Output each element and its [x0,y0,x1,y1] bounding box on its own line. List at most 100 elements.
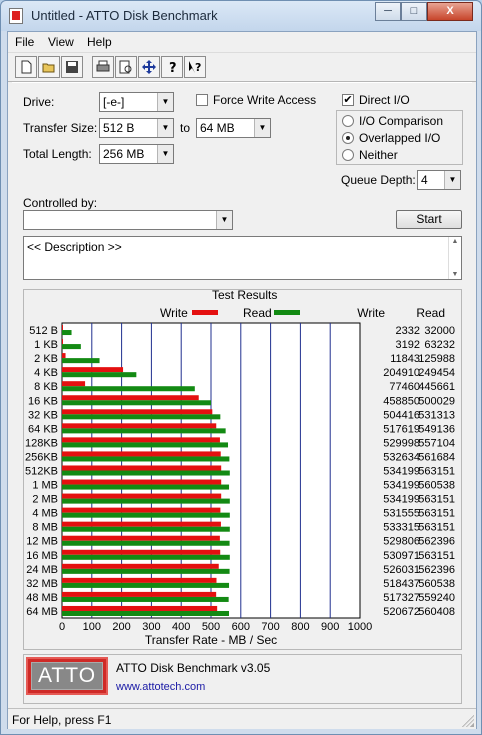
help-icon: ? [169,61,177,74]
x-tick-label: 700 [261,621,279,633]
read-bar [62,484,230,490]
write-bar [62,577,217,583]
write-value: 526031 [383,564,420,576]
new-button[interactable] [15,56,37,78]
menu-file[interactable]: File [15,35,34,49]
controlled-by-select[interactable]: ▼ [23,210,233,230]
group-title: Test Results [212,290,277,302]
open-button[interactable] [38,56,60,78]
start-button[interactable]: Start [396,210,462,229]
io-comparison-radio[interactable] [342,115,354,127]
menu-bar: File View Help [8,32,476,52]
description-box[interactable]: << Description >> ▲ ▼ [23,236,462,280]
transfer-to-select[interactable]: 64 MB ▼ [196,118,271,138]
chevron-down-icon: ▼ [157,93,173,111]
read-bar [62,400,212,406]
write-value: 529998 [383,437,420,449]
logo-text: ATTO [31,662,103,690]
description-scrollbar[interactable]: ▲ ▼ [448,237,461,279]
overlapped-io-label[interactable]: Overlapped I/O [359,131,440,145]
read-value: 563151 [418,522,455,534]
write-value: 11843 [390,353,420,365]
chevron-down-icon: ▼ [157,119,173,137]
neither-label[interactable]: Neither [359,148,398,162]
read-bar [62,372,137,378]
menu-help[interactable]: Help [87,35,112,49]
read-bar [62,428,226,434]
print-preview-button[interactable] [115,56,137,78]
drive-label: Drive: [23,95,55,109]
write-bar [62,367,124,373]
resize-grip-icon[interactable] [462,715,474,727]
transfer-from-select[interactable]: 512 B ▼ [99,118,174,138]
write-bar [62,451,221,457]
direct-io-label[interactable]: Direct I/O [359,93,410,107]
direct-io-checkbox[interactable]: ✔ [342,94,354,106]
title-bar[interactable]: Untitled - ATTO Disk Benchmark ─ □ X [1,1,481,31]
y-tick-label: 32 MB [26,578,58,590]
write-bar [62,535,220,541]
force-write-checkbox[interactable] [196,94,208,106]
drive-select[interactable]: [-e-] ▼ [99,92,174,112]
y-tick-label: 16 MB [26,550,58,562]
controlled-by-label: Controlled by: [23,196,98,210]
app-icon [9,8,23,24]
write-bar [62,591,217,597]
menu-view[interactable]: View [48,35,74,49]
move-button[interactable] [138,56,160,78]
minimize-button[interactable]: ─ [375,2,401,21]
legend-read-swatch [274,310,300,315]
read-value: 559240 [418,592,455,604]
scroll-up-icon[interactable]: ▲ [449,238,461,245]
move-icon [142,60,156,74]
context-help-button[interactable]: ? [184,56,206,78]
read-value: 32000 [424,325,455,337]
x-tick-label: 1000 [348,621,372,633]
write-bar [62,339,63,345]
close-button[interactable]: X [427,2,473,21]
scroll-down-icon[interactable]: ▼ [449,271,461,278]
print-preview-icon [119,60,132,74]
maximize-button[interactable]: □ [401,2,427,21]
read-bar [62,386,195,392]
atto-logo: ATTO [26,657,108,695]
queue-depth-select[interactable]: 4 ▼ [417,170,461,190]
write-bar [62,605,218,611]
chevron-down-icon: ▼ [157,145,173,163]
website-link[interactable]: www.attotech.com [116,681,205,693]
open-icon [42,63,55,73]
write-value: 534199 [383,494,420,506]
app-version: ATTO Disk Benchmark v3.05 [116,661,271,675]
transfer-to-label: to [180,121,191,135]
neither-radio[interactable] [342,149,354,161]
y-tick-label: 24 MB [26,564,58,576]
x-axis-label: Transfer Rate - MB / Sec [145,633,277,647]
overlapped-io-radio[interactable] [342,132,354,144]
help-button[interactable]: ? [161,56,183,78]
total-length-value: 256 MB [103,147,145,161]
read-value: 563151 [418,466,455,478]
y-tick-label: 256KB [25,451,58,463]
drive-value: [-e-] [103,95,125,109]
read-value: 563151 [418,494,455,506]
read-value: 445661 [418,381,455,393]
read-value: 560538 [418,480,455,492]
read-value: 549136 [418,423,455,435]
read-bar [62,582,230,588]
write-value: 204910 [383,367,420,379]
write-bar [62,493,222,499]
read-value: 562396 [418,564,455,576]
print-button[interactable] [92,56,114,78]
write-value: 504416 [383,409,420,421]
read-bar [62,554,230,560]
io-comparison-label[interactable]: I/O Comparison [359,114,443,128]
chevron-down-icon: ▼ [444,171,460,189]
queue-depth-label: Queue Depth: [341,173,416,187]
force-write-label[interactable]: Force Write Access [213,93,316,107]
write-value: 529806 [383,536,420,548]
write-bar [62,353,66,359]
y-tick-label: 16 KB [28,395,58,407]
y-tick-label: 512 B [29,325,58,337]
total-length-select[interactable]: 256 MB ▼ [99,144,174,164]
save-button[interactable] [61,56,83,78]
